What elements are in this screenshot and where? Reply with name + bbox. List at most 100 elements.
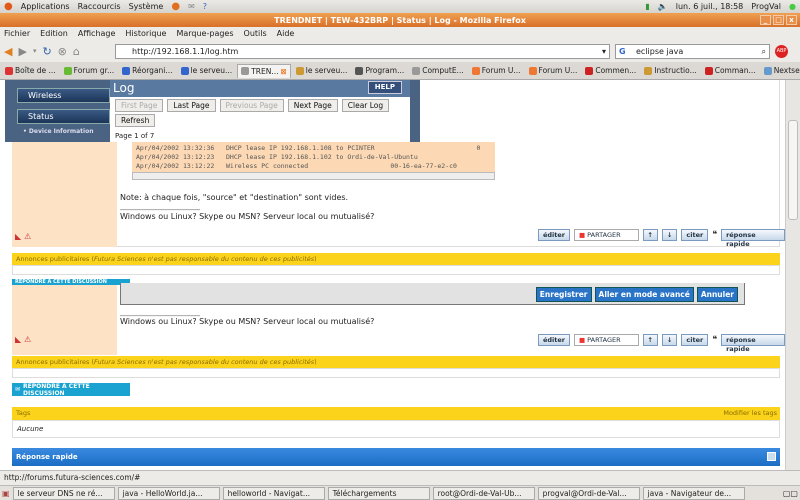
advanced-mode-button[interactable]: Aller en mode avancé	[594, 287, 694, 302]
router-nav-wireless[interactable]: Wireless	[17, 88, 110, 103]
stop-button[interactable]: ⊗	[58, 45, 67, 58]
taskbar-item[interactable]: java - HelloWorld.ja...	[117, 486, 220, 500]
taskbar-item[interactable]: progval@Ordi-de-Val...	[537, 486, 640, 500]
help-launcher-icon[interactable]: ?	[203, 2, 207, 11]
multi-quote-icon[interactable]: ❝	[712, 335, 717, 345]
edit-tags-link[interactable]: Modifier les tags	[723, 407, 777, 419]
log-button-next-page[interactable]: Next Page	[287, 99, 338, 112]
taskbar: ▣ le serveur DNS ne ré... java - HelloWor…	[0, 485, 800, 500]
close-window-button[interactable]: x	[786, 15, 797, 25]
log-button-first-page[interactable]: First Page	[115, 99, 164, 112]
google-icon[interactable]: G	[619, 45, 626, 58]
network-icon[interactable]: ▮	[645, 2, 649, 11]
volume-icon[interactable]: 🔈	[658, 2, 668, 11]
close-tab-icon[interactable]: ⊠	[280, 67, 286, 76]
show-desktop-icon[interactable]: ▣	[2, 489, 10, 498]
taskbar-item[interactable]: le serveur DNS ne ré...	[12, 486, 115, 500]
tab[interactable]: Comman...	[702, 64, 759, 77]
menu-systeme[interactable]: Système	[129, 2, 164, 11]
tab[interactable]: TREN... ⊠	[237, 63, 291, 78]
taskbar-item[interactable]: Téléchargements	[327, 486, 430, 500]
adblock-icon[interactable]: ABP	[775, 45, 788, 58]
tab[interactable]: Forum U...	[469, 64, 524, 77]
tab[interactable]: Forum gr...	[61, 64, 117, 77]
edit-button[interactable]: éditer	[538, 229, 571, 241]
post-signature: Windows ou Linux? Skype ou MSN? Serveur …	[120, 212, 375, 221]
taskbar-item[interactable]: java - Navigateur de...	[642, 486, 745, 500]
share-button[interactable]: ■ PARTAGER	[574, 334, 639, 346]
search-input[interactable]: Geclipse java ⌕	[615, 44, 770, 59]
report-icon[interactable]: ⚠	[24, 232, 31, 241]
log-button-last-page[interactable]: Last Page	[167, 99, 216, 112]
forward-button[interactable]: ▶	[18, 45, 26, 58]
clock[interactable]: lun. 6 juil., 18:58	[676, 2, 744, 11]
collapse-icon[interactable]	[767, 452, 776, 461]
reload-button[interactable]: ↻	[42, 45, 51, 58]
minimize-button[interactable]: _	[760, 15, 771, 25]
mail-launcher-icon[interactable]: ✉	[188, 2, 195, 11]
tab[interactable]: Instructio...	[641, 64, 699, 77]
log-button-clear-log[interactable]: Clear Log	[341, 99, 390, 112]
post-author-column	[12, 285, 117, 355]
menu-fichier[interactable]: Fichier	[4, 29, 30, 38]
menu-raccourcis[interactable]: Raccourcis	[78, 2, 121, 11]
menu-outils[interactable]: Outils	[244, 29, 267, 38]
tab[interactable]: Program...	[352, 64, 407, 77]
quick-reply-bar[interactable]: Réponse rapide	[12, 448, 780, 466]
scroll-down-icon[interactable]: ↓	[661, 229, 678, 241]
tab[interactable]: le serveu...	[178, 64, 236, 77]
quote-button[interactable]: citer	[681, 334, 709, 346]
multi-quote-icon[interactable]: ❝	[712, 230, 717, 240]
reputation-icon[interactable]: ◣	[15, 335, 21, 344]
url-input[interactable]: http://192.168.1.1/log.htm ▾	[115, 44, 610, 59]
report-icon[interactable]: ⚠	[24, 335, 31, 344]
reply-discussion-button[interactable]: ✉ RÉPONDRE À CETTE DISCUSSION	[12, 383, 130, 397]
url-dropdown-icon[interactable]: ▾	[602, 45, 606, 58]
tab[interactable]: ComputE...	[409, 64, 466, 77]
favicon-icon	[528, 66, 537, 75]
user-menu[interactable]: ProgVal	[751, 2, 781, 11]
menu-edition[interactable]: Edition	[40, 29, 68, 38]
menu-aide[interactable]: Aide	[277, 29, 295, 38]
scroll-down-icon[interactable]: ↓	[661, 334, 678, 346]
page-info: Page 1 of 7	[115, 132, 155, 140]
history-dropdown-icon[interactable]: ▾	[33, 47, 37, 55]
favicon-icon	[471, 66, 480, 75]
tab[interactable]: Commen...	[582, 64, 639, 77]
save-button[interactable]: Enregistrer	[535, 287, 592, 302]
taskbar-item[interactable]: helloworld - Navigat...	[222, 486, 325, 500]
tab[interactable]: Nextsend	[761, 64, 800, 77]
page-scrollbar[interactable]	[785, 80, 800, 470]
workspace-switcher[interactable]: ▢▢	[783, 489, 798, 498]
quote-button[interactable]: citer	[681, 229, 709, 241]
scroll-up-icon[interactable]: ↑	[642, 334, 658, 346]
menu-applications[interactable]: Applications	[21, 2, 70, 11]
search-icon[interactable]: ⌕	[762, 45, 766, 58]
taskbar-item[interactable]: root@Ordi-de-Val-Ub...	[432, 486, 535, 500]
home-button[interactable]: ⌂	[73, 45, 80, 58]
edit-button[interactable]: éditer	[538, 334, 571, 346]
tab[interactable]: le serveu...	[293, 64, 351, 77]
maximize-button[interactable]: □	[773, 15, 784, 25]
log-button-refresh[interactable]: Refresh	[115, 114, 156, 127]
reputation-icon[interactable]: ◣	[15, 232, 21, 241]
back-button[interactable]: ◀	[4, 45, 12, 58]
ads-row	[12, 368, 780, 378]
log-button-previous-page[interactable]: Previous Page	[219, 99, 284, 112]
tab[interactable]: Forum U...	[526, 64, 581, 77]
firefox-launcher-icon[interactable]: ●	[171, 1, 180, 12]
menu-affichage[interactable]: Affichage	[78, 29, 116, 38]
log-horizontal-scrollbar[interactable]	[132, 172, 495, 180]
scroll-up-icon[interactable]: ↑	[642, 229, 658, 241]
tab[interactable]: Réorgani...	[119, 64, 175, 77]
quick-reply-button[interactable]: réponse rapide	[721, 334, 785, 353]
router-nav-status[interactable]: Status	[17, 109, 110, 124]
tab[interactable]: Boîte de ...	[2, 64, 59, 77]
help-button[interactable]: HELP	[367, 81, 402, 94]
share-button[interactable]: ■ PARTAGER	[574, 229, 639, 241]
cancel-button[interactable]: Annuler	[696, 287, 738, 302]
menu-historique[interactable]: Historique	[125, 29, 166, 38]
router-subnav-device-info[interactable]: • Device Information	[23, 128, 93, 135]
quick-reply-button[interactable]: réponse rapide	[721, 229, 785, 248]
menu-marque-pages[interactable]: Marque-pages	[176, 29, 233, 38]
